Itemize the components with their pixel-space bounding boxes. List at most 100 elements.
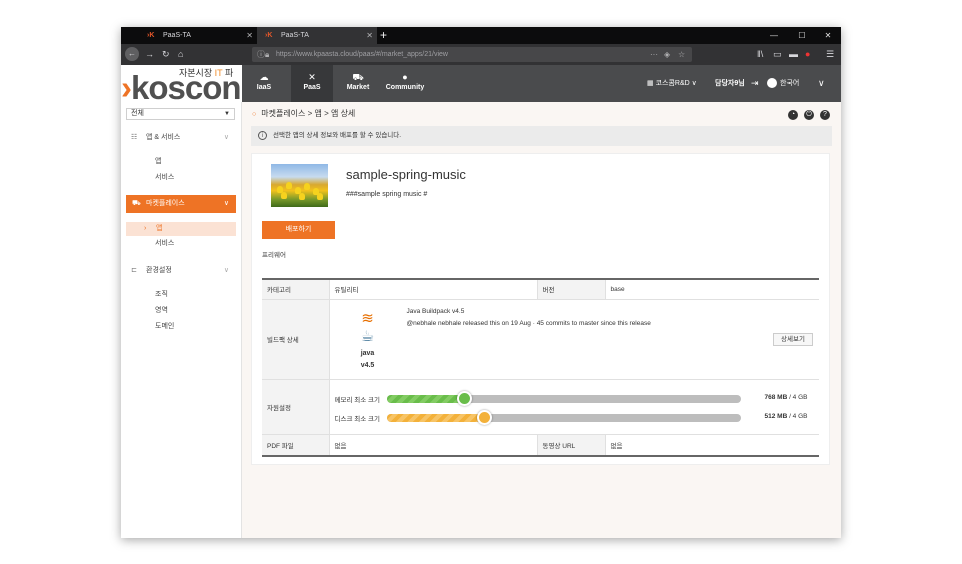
chevron-down-icon: ∨ (223, 200, 229, 207)
maximize-icon[interactable]: ☐ (789, 27, 815, 44)
buildpack-title: Java Buildpack v4.5 (406, 307, 465, 315)
window-close-icon[interactable]: ✕ (815, 27, 841, 44)
tab-title: PaaS-TA (163, 32, 191, 39)
logo-mark: › (121, 69, 132, 103)
minimize-icon[interactable]: — (761, 27, 787, 44)
version-label: 버전 (536, 279, 606, 300)
caret-down-icon: ▼ (224, 111, 230, 117)
address-bar[interactable]: ⓘ 🔒︎ https://www.kpaasta.cloud/paas/#/ma… (252, 47, 692, 62)
breadcrumb-text: 마켓플레이스 > 앱 > 앱 상세 (261, 109, 356, 118)
section-label: 환경설정 (146, 267, 172, 274)
app-header: 자본시장 IT 파 ›koscon ☁ IaaS ✕ PaaS ⛟ Market… (121, 65, 841, 102)
pocket-icon[interactable]: ◈ (664, 47, 670, 62)
section-app-service[interactable]: ☷ 앱 & 서비스 ∨ (121, 129, 242, 147)
buildpack-version: v4.5 (360, 361, 375, 369)
sidebar-item-market-app[interactable]: › 앱 (126, 222, 236, 236)
power-icon[interactable]: ⏻ (804, 110, 814, 120)
disk-slider[interactable] (386, 409, 741, 425)
sidebar-item-app[interactable]: 앱 (155, 156, 161, 168)
help-icon[interactable]: ? (820, 110, 830, 120)
deploy-button[interactable]: 배포하기 (262, 221, 335, 239)
buildpack-label: 빌드팩 상세 (262, 299, 330, 380)
extension-record-icon[interactable]: ● (805, 48, 810, 61)
category-label: 카테고리 (262, 279, 330, 300)
apps-icon: ☷ (131, 134, 138, 141)
scope-select[interactable]: 전체 ▼ (126, 108, 235, 120)
logo-wordmark: ›koscon (121, 69, 242, 103)
nav-label: IaaS (256, 84, 272, 91)
user-name[interactable]: 담당자9님 (715, 65, 745, 102)
breadcrumb: ○ 마켓플레이스 > 앱 > 앱 상세 (252, 109, 355, 120)
license-type: 프리웨어 (262, 252, 286, 259)
memory-value-text: 768 MB / 4 GB (765, 394, 808, 401)
nav-label: PaaS (303, 84, 321, 91)
app-description: ###sample spring music # (346, 191, 428, 198)
disk-value: 512 MB (764, 412, 788, 420)
logout-icon[interactable]: ⇥ (751, 65, 759, 102)
sidebar-item-domain[interactable]: 도메인 (155, 321, 174, 333)
expand-chevron-icon[interactable]: ∨ (818, 65, 825, 102)
nav-iaas[interactable]: ☁ IaaS (252, 65, 276, 102)
disk-slider-handle[interactable] (476, 409, 492, 425)
lock-icon: 🔒︎ (265, 50, 270, 59)
pdf-label: PDF 파일 (262, 434, 330, 457)
nav-community[interactable]: ● Community (384, 65, 426, 102)
back-icon[interactable]: ← (125, 47, 139, 61)
section-label: 마켓플레이스 (146, 200, 185, 207)
sidebar-icon[interactable]: ▭ (773, 48, 782, 61)
section-label: 앱 & 서비스 (146, 134, 181, 141)
version-value: base (605, 279, 819, 300)
sidebar-item-space[interactable]: 영역 (155, 305, 168, 317)
section-settings[interactable]: ⊏ 환경설정 ∨ (121, 262, 242, 280)
kpaasta-favicon-icon: ›K (265, 32, 273, 39)
nav-label: Community (385, 84, 425, 91)
library-icon[interactable]: ‖\ (757, 48, 763, 61)
home-icon[interactable]: ⌂ (178, 48, 183, 61)
reload-icon[interactable]: ↻ (162, 48, 170, 61)
browser-tab[interactable]: ›K PaaS-TA ✕ (139, 27, 257, 44)
buildpack-name: java v4.5 (350, 348, 386, 372)
memory-slider[interactable] (386, 390, 741, 406)
section-marketplace[interactable]: ⛟ 마켓플레이스 ∨ (126, 195, 236, 213)
detail-button[interactable]: 상세보기 (773, 332, 813, 346)
table-row: 자원설정 메모리 최소 크기 768 MB / 4 GB 디스크 최소 크기 5… (262, 379, 819, 435)
close-tab-icon[interactable]: ✕ (366, 27, 373, 44)
cart-icon: ⛟ (132, 200, 141, 207)
settings-tree-icon: ⊏ (131, 267, 137, 274)
forward-icon[interactable]: → (145, 48, 154, 61)
info-icon: i (258, 131, 267, 140)
menu-icon[interactable]: ☰ (826, 48, 834, 61)
clock-icon[interactable]: ◔ (788, 110, 798, 120)
sidebar-item-org[interactable]: 조직 (155, 289, 168, 301)
memory-value: 768 MB (764, 393, 788, 401)
memory-slider-handle[interactable] (456, 390, 472, 406)
app-detail-panel: sample-spring-music ###sample spring mus… (251, 153, 830, 465)
new-tab-button[interactable]: + (380, 27, 387, 43)
sidebar-item-market-service[interactable]: 서비스 (155, 238, 174, 250)
nav-label: Market (346, 84, 370, 91)
memory-slider-row: 메모리 최소 크기 768 MB / 4 GB (335, 390, 815, 406)
org-selector[interactable]: ▦ 코스콤R&D ∨ (647, 65, 697, 102)
cart-icon: ⛟ (352, 72, 364, 82)
close-tab-icon[interactable]: ✕ (246, 27, 253, 44)
language-selector[interactable]: 한국어 (767, 65, 799, 102)
nav-market[interactable]: ⛟ Market (341, 65, 375, 102)
browser-tab-active[interactable]: ›K PaaS-TA ✕ (257, 27, 377, 44)
disk-fill (386, 413, 484, 422)
tab-bar: ›K PaaS-TA ✕ ›K PaaS-TA ✕ + — ☐ ✕ (121, 27, 841, 44)
koscom-logo[interactable]: 자본시장 IT 파 ›koscon (121, 65, 242, 102)
page-actions-icon[interactable]: ··· (650, 47, 658, 62)
memory-max: / 4 GB (787, 393, 808, 401)
app-name: sample-spring-music (346, 167, 466, 182)
nav-paas[interactable]: ✕ PaaS (291, 65, 333, 102)
browser-window: ›K PaaS-TA ✕ ›K PaaS-TA ✕ + — ☐ ✕ ← → ↻ … (121, 27, 841, 538)
extension-icon[interactable]: ▬ (789, 48, 798, 61)
bookmark-star-icon[interactable]: ☆ (678, 47, 685, 62)
info-icon[interactable]: ⓘ (257, 47, 265, 62)
url-path: /paas/#/market_apps/21/view (356, 51, 448, 58)
kpaasta-favicon-icon: ›K (147, 32, 155, 39)
pdf-value: 없음 (329, 434, 537, 457)
info-banner: i 선택한 앱의 상세 정보와 배포를 할 수 있습니다. (251, 126, 832, 146)
item-label: 앱 (156, 225, 163, 232)
sidebar-item-service[interactable]: 서비스 (155, 172, 174, 184)
